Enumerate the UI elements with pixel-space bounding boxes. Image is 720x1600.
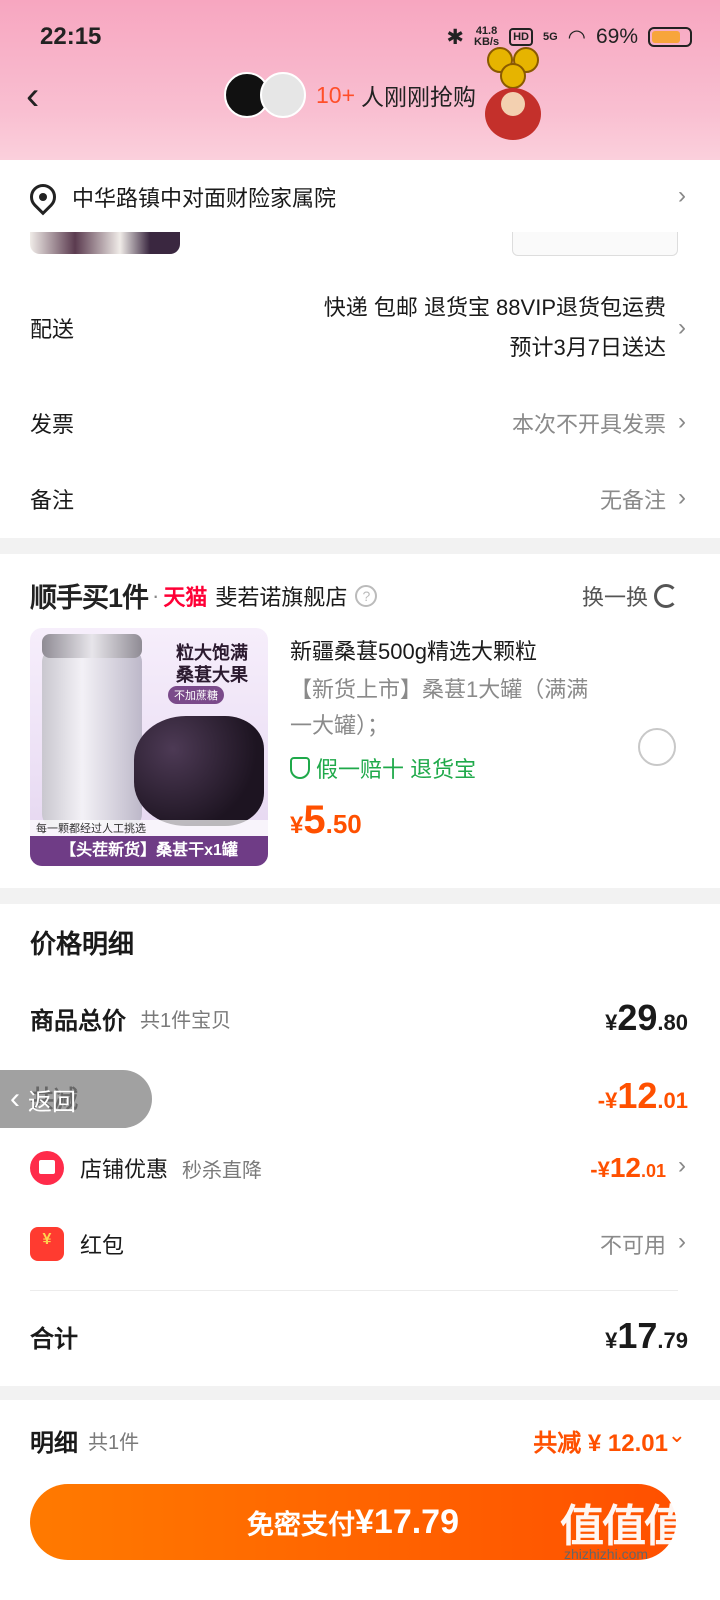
header: 22:15 ✱ 41.8 KB/s HD 5G ◠ 69% ‹ 10+ 人刚刚抢… bbox=[0, 0, 720, 160]
shop-icon bbox=[30, 1151, 64, 1185]
addon-product-desc: 【新货上市】桑葚1大罐（满满一大罐）； bbox=[290, 677, 589, 738]
discount-amount: -¥ 12.01 bbox=[597, 1075, 688, 1116]
buyer-count: 10+ bbox=[316, 81, 356, 108]
total-price: ¥29.80 bbox=[605, 997, 688, 1038]
remark-label: 备注 bbox=[30, 488, 75, 513]
price-detail-title: 价格明细 bbox=[30, 929, 135, 959]
addon-brand: 顺手买1件 bbox=[30, 583, 149, 613]
red-packet-icon bbox=[30, 1227, 64, 1261]
watermark-site: zhizhizhi.com bbox=[564, 1546, 649, 1562]
addon-select-radio[interactable] bbox=[638, 728, 676, 766]
bluetooth-icon: ✱ bbox=[446, 25, 464, 49]
back-button[interactable]: ‹ bbox=[26, 76, 56, 118]
addon-product-title[interactable]: 新疆桑葚500g精选大颗粒 bbox=[290, 634, 620, 666]
divider bbox=[30, 1290, 678, 1291]
total-sub: 共1件宝贝 bbox=[140, 1009, 232, 1032]
delivery-methods: 快递 包邮 退货宝 88VIP退货包运费 bbox=[323, 295, 666, 320]
product-thumbnail bbox=[30, 232, 180, 254]
shop-discount-sub: 秒杀直降 bbox=[182, 1159, 263, 1182]
avatar bbox=[260, 72, 306, 118]
quantity-stepper[interactable] bbox=[512, 232, 678, 256]
total-row: 商品总价 共1件宝贝 ¥29.80 bbox=[30, 996, 688, 1040]
remark-value: 无备注 bbox=[599, 488, 666, 513]
invoice-row[interactable]: 发票 本次不开具发票 bbox=[30, 406, 676, 440]
recent-buyers: 10+ 人刚刚抢购 bbox=[224, 72, 476, 118]
shield-check-icon bbox=[290, 757, 310, 779]
signal-icon: 5G bbox=[542, 30, 558, 43]
shop-discount-row[interactable]: 店铺优惠 秒杀直降 -¥ 12.01 bbox=[30, 1148, 676, 1188]
help-icon[interactable]: ? bbox=[355, 584, 378, 607]
status-time: 22:15 bbox=[40, 23, 102, 50]
mulberries-graphic bbox=[134, 716, 264, 826]
chevron-right-icon: › bbox=[678, 314, 686, 341]
redpacket-value: 不可用 bbox=[599, 1233, 666, 1258]
address-text: 中华路镇中对面财险家属院 bbox=[72, 186, 337, 211]
location-pin-icon bbox=[24, 178, 62, 216]
addon-header: 顺手买1件 · 天猫 斐若诺旗舰店 ? 换一换 bbox=[30, 576, 678, 615]
image-badge: 不加蔗糖 bbox=[168, 686, 224, 704]
detail-saving: 共减 ¥ 12.01 bbox=[533, 1429, 668, 1457]
detail-label: 明细 bbox=[30, 1429, 78, 1457]
floating-back-button[interactable]: ‹ 返回 bbox=[0, 1070, 152, 1128]
sum-label: 合计 bbox=[30, 1325, 78, 1353]
sum-price: ¥17.79 bbox=[605, 1315, 688, 1356]
chevron-right-icon: › bbox=[678, 182, 686, 209]
invoice-value: 本次不开具发票 bbox=[511, 412, 666, 437]
net-speed: 41.8 KB/s bbox=[474, 25, 500, 48]
delivery-row[interactable]: 配送 快递 包邮 退货宝 88VIP退货包运费 预计3月7日送达 bbox=[30, 288, 676, 368]
battery-icon bbox=[648, 27, 692, 47]
fortune-god-sticker-icon bbox=[485, 47, 541, 140]
detail-row[interactable]: 明细 共1件 共减 ¥ 12.01 bbox=[30, 1420, 676, 1460]
delivery-label: 配送 bbox=[30, 317, 75, 342]
address-row[interactable]: 中华路镇中对面财险家属院 bbox=[24, 178, 676, 216]
detail-count: 共1件 bbox=[88, 1431, 140, 1454]
watermark-logo: 值值值 bbox=[560, 1502, 688, 1551]
jar-graphic bbox=[42, 648, 142, 828]
chevron-down-icon[interactable]: ⌄ bbox=[668, 1422, 686, 1448]
chevron-right-icon: › bbox=[678, 1228, 686, 1255]
redpacket-label: 红包 bbox=[80, 1233, 125, 1258]
image-headline: 粒大饱满 桑葚大果 bbox=[176, 643, 248, 685]
chevron-right-icon: › bbox=[678, 1152, 686, 1179]
redpacket-row[interactable]: 红包 不可用 bbox=[30, 1224, 676, 1264]
battery-level: 69% bbox=[595, 25, 638, 48]
chevron-left-icon: ‹ bbox=[10, 1082, 20, 1115]
hd-icon: HD bbox=[509, 28, 533, 46]
refresh-button[interactable]: 换一换 bbox=[582, 580, 678, 612]
delivery-eta: 预计3月7日送达 bbox=[509, 335, 666, 360]
remark-row[interactable]: 备注 无备注 bbox=[30, 482, 676, 516]
order-info-card: 中华路镇中对面财险家属院 › 配送 快递 包邮 退货宝 88VIP退货包运费 预… bbox=[0, 160, 720, 538]
chevron-right-icon: › bbox=[678, 484, 686, 511]
separator-dot: · bbox=[152, 582, 160, 608]
chevron-right-icon: › bbox=[678, 408, 686, 435]
store-name[interactable]: 斐若诺旗舰店 bbox=[215, 580, 347, 612]
shop-discount-label: 店铺优惠 bbox=[80, 1157, 169, 1182]
addon-product-image[interactable]: 粒大饱满 桑葚大果 不加蔗糖 每一颗都经过人工挑选 【头茬新货】桑甚干x1罐 bbox=[30, 628, 268, 866]
jar-lid-graphic bbox=[42, 634, 142, 658]
refresh-label: 换一换 bbox=[581, 584, 648, 610]
image-note: 每一颗都经过人工挑选 bbox=[30, 820, 268, 836]
addon-price: ¥5.50 bbox=[290, 798, 362, 842]
invoice-label: 发票 bbox=[30, 412, 75, 437]
buyer-text: 人刚刚抢购 bbox=[361, 84, 477, 110]
total-label: 商品总价 bbox=[30, 1007, 126, 1035]
refresh-icon bbox=[654, 583, 678, 608]
shop-discount-amount: -¥ 12.01 bbox=[590, 1152, 666, 1183]
tmall-label: 天猫 bbox=[163, 584, 208, 610]
guarantee-tag: 假一赔十 退货宝 bbox=[290, 752, 476, 784]
status-bar: 22:15 ✱ 41.8 KB/s HD 5G ◠ 69% bbox=[40, 22, 692, 52]
image-caption: 【头茬新货】桑甚干x1罐 bbox=[30, 836, 268, 866]
sum-row: 合计 ¥17.79 bbox=[30, 1314, 688, 1358]
delivery-info: 快递 包邮 退货宝 88VIP退货包运费 预计3月7日送达 bbox=[324, 288, 666, 368]
wifi-icon: ◠ bbox=[567, 25, 586, 49]
